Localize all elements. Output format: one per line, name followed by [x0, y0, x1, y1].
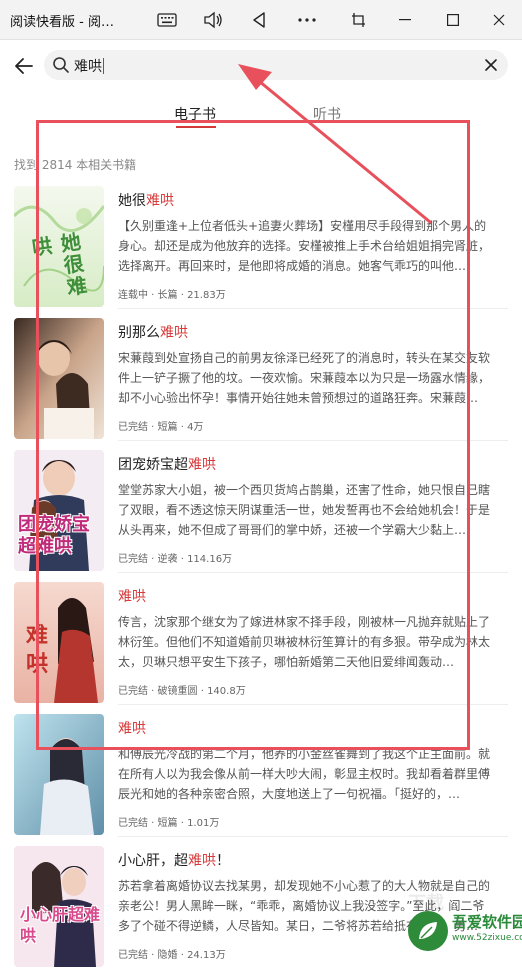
- keyboard-icon: [157, 13, 177, 27]
- search-icon: [53, 57, 69, 73]
- book-description: 和傅辰光冷战的第二个月，他养的小金丝雀舞到了我这个正主面前。就在所有人以为我会像…: [118, 747, 491, 801]
- speaker-icon: [204, 11, 222, 29]
- minimize-button[interactable]: [390, 6, 420, 34]
- cover-title: 小心肝超难哄: [20, 905, 101, 945]
- close-window-button[interactable]: [484, 6, 514, 34]
- search-query: 难哄: [74, 58, 104, 75]
- screen-crop-button[interactable]: [344, 6, 374, 34]
- book-meta: 已完结 · 隐婚 · 24.13万: [118, 950, 226, 961]
- watermark-url: www.52zixue.com: [452, 933, 522, 943]
- triangle-back-icon: [253, 12, 265, 28]
- watermark-emblem: [408, 911, 448, 951]
- divider: [118, 836, 508, 837]
- book-cover: 小心肝超难哄: [14, 846, 104, 967]
- window-title: 阅读快看版 - 阅读小说: [10, 15, 118, 30]
- book-title: 小心肝，超难哄！: [118, 853, 230, 869]
- minimize-icon: [399, 19, 411, 21]
- search-input[interactable]: 难哄: [44, 50, 508, 80]
- keyboard-button[interactable]: [152, 6, 182, 34]
- leaf-icon: [419, 922, 437, 939]
- arrow-left-icon: [15, 58, 33, 74]
- back-nav-button[interactable]: [244, 6, 274, 34]
- watermark-logo: 下载 吾爱软件园 www.52zixue.com: [408, 893, 522, 963]
- book-meta: 已完结 · 短篇 · 1.01万: [118, 818, 220, 829]
- back-button[interactable]: [12, 54, 36, 78]
- clear-search-icon[interactable]: [482, 56, 500, 74]
- window-titlebar: 阅读快看版 - 阅读小说: [0, 0, 522, 40]
- crop-icon: [352, 13, 365, 27]
- maximize-icon: [447, 14, 459, 26]
- more-dots-icon: [298, 18, 316, 22]
- volume-button[interactable]: [198, 6, 228, 34]
- annotation-rectangle: [36, 120, 470, 750]
- more-options-button[interactable]: [292, 6, 322, 34]
- close-icon: [493, 14, 505, 26]
- watermark-name: 吾爱软件园: [452, 913, 522, 931]
- maximize-button[interactable]: [438, 6, 468, 34]
